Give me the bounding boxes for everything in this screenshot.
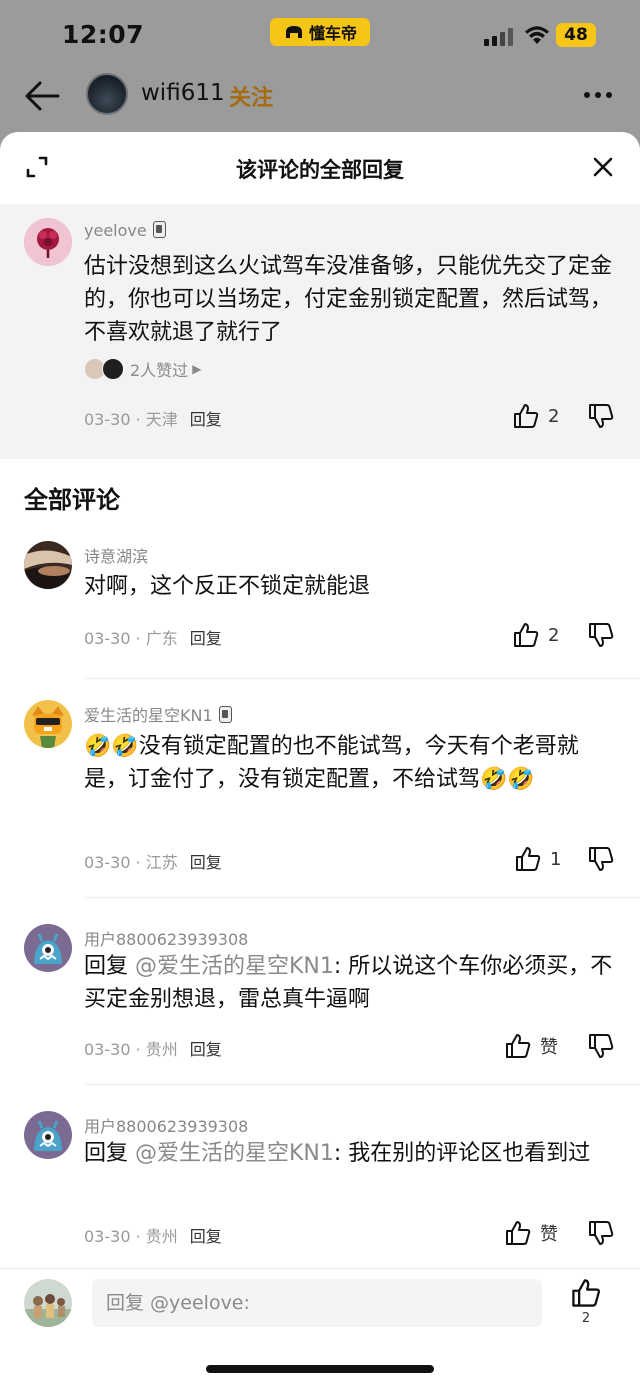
thumbs-down-icon[interactable] [587, 1219, 615, 1247]
thumbs-up-icon [514, 623, 539, 647]
thumbs-up-icon [514, 404, 539, 428]
comment-text: 回复 @爱生活的星空KN1: 所以说这个车你必须买，不买定金别想退，雷总真牛逼啊 [84, 954, 613, 1012]
comment-date: 03-30 · 贵州 [84, 1227, 178, 1246]
home-indicator [206, 1365, 434, 1373]
device-badge-icon [218, 706, 232, 723]
reply-footer: 2 [0, 1268, 640, 1385]
monster-avatar-icon [24, 924, 72, 972]
status-bar: 12:07 懂车帝 48 [0, 0, 640, 70]
mention-link[interactable]: @爱生活的星空KN1 [135, 954, 334, 979]
comment-meta: 03-30 · 广东 回复 [84, 625, 222, 649]
car-logo-icon [285, 26, 302, 38]
like-label: 赞 [540, 1037, 558, 1058]
like-count: 1 [550, 848, 562, 870]
sheet-title: 该评论的全部回复 [236, 158, 404, 182]
thumbs-up-icon [572, 1279, 600, 1307]
status-time: 12:07 [62, 20, 145, 49]
group-photo-avatar-icon [24, 1279, 72, 1327]
battery-indicator: 48 [556, 23, 596, 47]
comment-meta: 03-30 · 贵州 回复 [84, 1223, 222, 1247]
like-button[interactable]: 2 [512, 402, 562, 430]
author-avatar[interactable] [86, 73, 128, 115]
like-count: 2 [548, 624, 560, 646]
app-indicator-pill[interactable]: 懂车帝 [270, 18, 370, 46]
likers-row[interactable]: 2人赞过 ▶ [84, 357, 201, 381]
replies-sheet: 该评论的全部回复 yeelove 估计没想到这么火试驾车没准备够，只能优先交了定… [0, 132, 640, 1385]
comment-username[interactable]: 用户8800623939308 [84, 1113, 248, 1137]
monster-avatar-icon [24, 1111, 72, 1159]
like-button[interactable]: 2 [512, 621, 562, 649]
chevron-right-icon: ▶ [192, 362, 202, 376]
tiger-avatar-icon [24, 700, 72, 748]
thumbs-up-icon [506, 1221, 531, 1245]
reply-button[interactable]: 回复 [190, 410, 222, 429]
comment-date: 03-30 · 贵州 [84, 1040, 178, 1059]
comment-text: 回复 @爱生活的星空KN1: 我在别的评论区也看到过 [84, 1141, 591, 1166]
comment-text: 对啊，这个反正不锁定就能退 [84, 574, 371, 599]
comment-text: 🤣🤣没有锁定配置的也不能试驾，今天有个老哥就是，订金付了，没有锁定配置，不给试驾… [84, 734, 579, 792]
my-avatar[interactable] [24, 1279, 72, 1327]
like-button[interactable]: 赞 [504, 1032, 558, 1060]
thumbs-down-icon[interactable] [587, 402, 615, 430]
comment-username[interactable]: 爱生活的星空KN1 [84, 702, 232, 726]
avatar[interactable] [24, 700, 72, 748]
mention-link[interactable]: @爱生活的星空KN1 [135, 1141, 334, 1166]
footer-like-button[interactable]: 2 [568, 1277, 604, 1333]
reply-button[interactable]: 回复 [190, 1227, 222, 1246]
avatar[interactable] [24, 541, 72, 589]
liker-avatar [102, 358, 124, 380]
app-name: 懂车帝 [308, 24, 357, 43]
divider [84, 897, 640, 898]
footer-like-count: 2 [581, 1311, 591, 1326]
comment-username[interactable]: 用户8800623939308 [84, 926, 248, 950]
avatar[interactable] [24, 924, 72, 972]
avatar[interactable] [24, 1111, 72, 1159]
likers-count-text: 2人赞过 [130, 361, 189, 380]
comment-date: 03-30 · 天津 [84, 410, 178, 429]
section-title: 全部评论 [24, 486, 120, 514]
reply-button[interactable]: 回复 [190, 1040, 222, 1059]
sheet-header: 该评论的全部回复 [0, 132, 640, 204]
author-username[interactable]: wifi611 [141, 80, 225, 106]
comment-date: 03-30 · 广东 [84, 629, 178, 648]
comment-meta: 03-30 · 江苏 回复 [84, 849, 222, 873]
comment-meta: 03-30 · 贵州 回复 [84, 1036, 222, 1060]
comment-text: 估计没想到这么火试驾车没准备够，只能优先交了定金的，你也可以当场定，付定金别锁定… [84, 254, 613, 345]
divider [84, 1084, 640, 1085]
reply-button[interactable]: 回复 [190, 853, 222, 872]
close-icon[interactable] [592, 156, 614, 178]
thumbs-down-icon[interactable] [587, 1032, 615, 1060]
back-arrow-icon[interactable] [24, 80, 60, 112]
reply-button[interactable]: 回复 [190, 629, 222, 648]
like-button[interactable]: 赞 [504, 1219, 558, 1247]
follow-button[interactable]: 关注 [229, 80, 273, 112]
thumbs-up-icon [506, 1034, 531, 1058]
thumbs-down-icon[interactable] [587, 621, 615, 649]
landscape-avatar-icon [24, 541, 72, 589]
thumbs-up-icon [516, 847, 541, 871]
main-comment: yeelove 估计没想到这么火试驾车没准备够，只能优先交了定金的，你也可以当场… [0, 204, 640, 459]
flower-avatar-icon [24, 218, 72, 266]
wifi-icon [525, 26, 549, 44]
divider [84, 678, 640, 679]
comment-meta: 03-30 · 天津 回复 [84, 406, 222, 430]
avatar[interactable] [24, 218, 72, 266]
device-badge-icon [152, 221, 166, 238]
comment-username[interactable]: 诗意湖滨 [84, 543, 148, 567]
thumbs-down-icon[interactable] [587, 845, 615, 873]
comment-date: 03-30 · 江苏 [84, 853, 178, 872]
like-label: 赞 [540, 1224, 558, 1245]
reply-input[interactable] [92, 1279, 542, 1327]
like-count: 2 [548, 405, 560, 427]
comment-username[interactable]: yeelove [84, 221, 166, 240]
like-button[interactable]: 1 [514, 845, 564, 873]
signal-icon [484, 28, 513, 46]
more-options-icon[interactable] [583, 90, 613, 100]
